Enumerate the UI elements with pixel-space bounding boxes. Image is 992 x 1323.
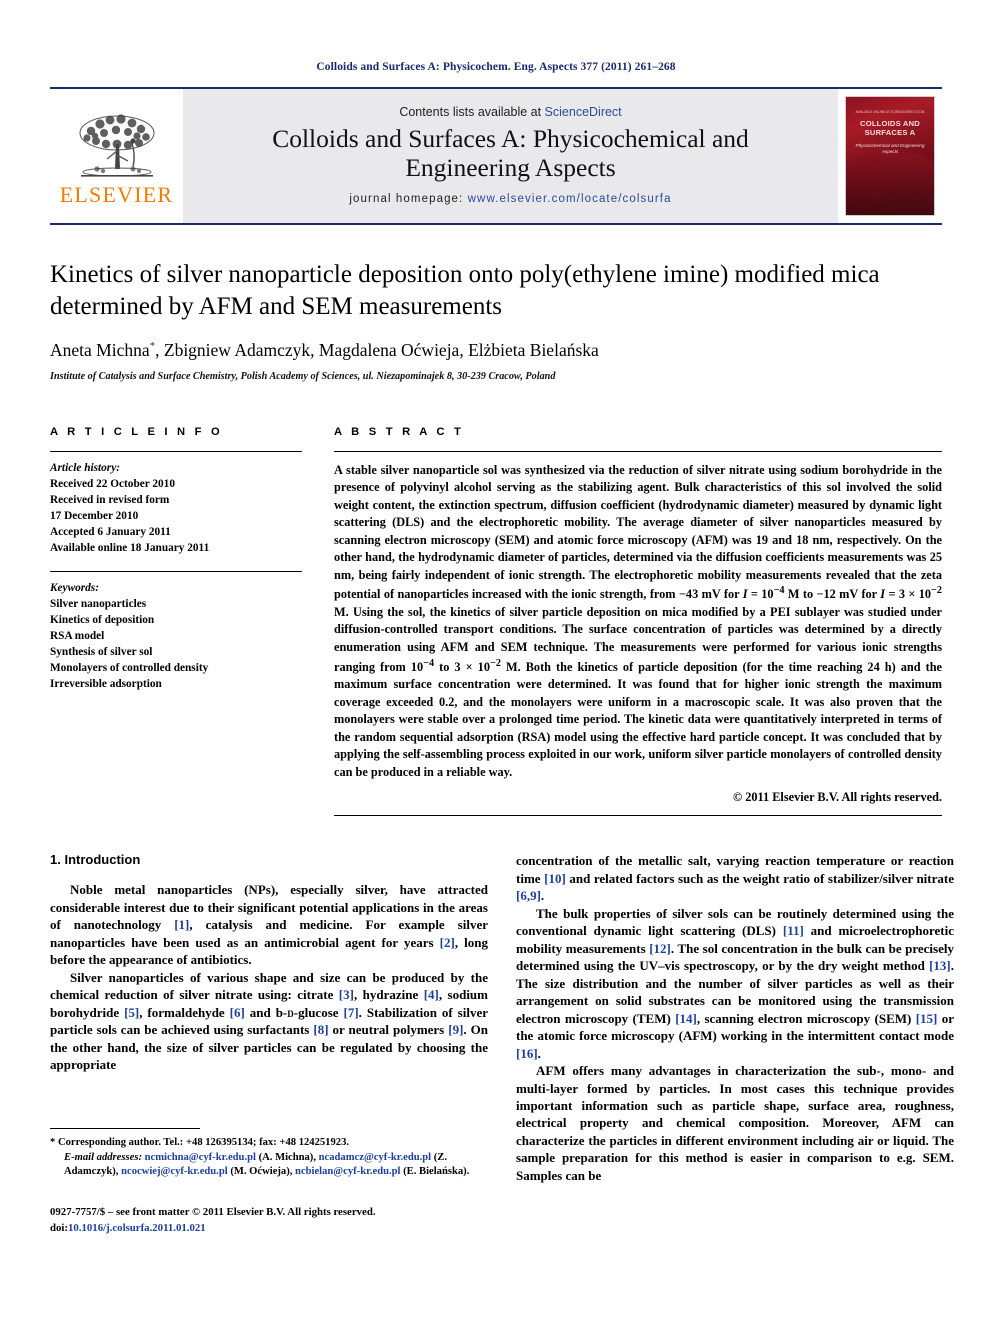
email-owner: (M. Oćwieja),	[230, 1166, 293, 1178]
footer-issn-block: 0927-7757/$ – see front matter © 2011 El…	[50, 1205, 520, 1236]
keywords-block: Keywords: Silver nanoparticles Kinetics …	[50, 572, 302, 692]
citation-link[interactable]: [13]	[929, 958, 951, 973]
article-title: Kinetics of silver nanoparticle depositi…	[50, 261, 880, 320]
homepage-label: journal homepage:	[349, 193, 464, 206]
article-history-block: Article history: Received 22 October 201…	[50, 452, 302, 556]
citation-link[interactable]: [11]	[783, 923, 804, 938]
email-link[interactable]: ncmichna@cyf-kr.edu.pl	[145, 1152, 256, 1163]
running-head: Colloids and Surfaces A: Physicochem. En…	[316, 61, 676, 73]
abstract-heading: A B S T R A C T	[334, 425, 465, 438]
elsevier-wordmark: ELSEVIER	[59, 181, 174, 207]
history-item: Received in revised form	[50, 493, 170, 506]
abstract-column: A B S T R A C T A stable silver nanopart…	[334, 425, 943, 817]
citation-link[interactable]: [2]	[440, 935, 455, 950]
keyword-item: RSA model	[50, 630, 105, 643]
affiliation: Institute of Catalysis and Surface Chemi…	[50, 370, 556, 382]
footnote-block: * Corresponding author. Tel.: +48 126395…	[50, 1128, 488, 1180]
email-link[interactable]: ncadamcz@cyf-kr.edu.pl	[319, 1152, 431, 1163]
journal-masthead: ELSEVIER Contents lists available at Sci…	[50, 87, 942, 225]
citation-link[interactable]: [6]	[230, 1005, 245, 1020]
body-right-column: concentration of the metallic salt, vary…	[516, 852, 954, 1184]
article-history-label: Article history:	[50, 461, 120, 474]
journal-title: Colloids and Surfaces A: Physicochemical…	[272, 123, 749, 182]
keywords-label: Keywords:	[50, 581, 99, 594]
keyword-item: Silver nanoparticles	[50, 597, 147, 610]
history-item: Received 22 October 2010	[50, 477, 175, 490]
keyword-item: Synthesis of silver sol	[50, 646, 153, 659]
doi-link[interactable]: 10.1016/j.colsurfa.2011.01.021	[68, 1222, 206, 1234]
elsevier-logo: ELSEVIER	[50, 89, 183, 223]
paragraph: The bulk properties of silver sols can b…	[516, 905, 955, 1061]
abstract-text: A stable silver nanoparticle sol was syn…	[334, 462, 943, 779]
citation-link[interactable]: [7]	[344, 1005, 359, 1020]
section-heading-introduction: 1. Introduction	[50, 852, 141, 868]
paragraph: Noble metal nanoparticles (NPs), especia…	[50, 882, 489, 968]
doi-label: doi:	[50, 1221, 68, 1234]
citation-link[interactable]: [12]	[649, 941, 671, 956]
corresponding-author-line: * Corresponding author. Tel.: +48 126395…	[50, 1137, 350, 1148]
journal-cover-image: AVAILABLE ONLINE AT SCIENCEDIRECT.COM CO…	[845, 96, 935, 216]
keyword-item: Irreversible adsorption	[50, 678, 162, 691]
citation-link[interactable]: [4]	[424, 987, 439, 1002]
homepage-url-link[interactable]: www.elsevier.com/locate/colsurfa	[468, 193, 672, 205]
citation-link[interactable]: [10]	[544, 871, 566, 886]
footnote-divider	[50, 1128, 200, 1129]
history-item: 17 December 2010	[50, 509, 139, 522]
cover-title: COLLOIDS AND SURFACES A	[860, 119, 920, 138]
citation-link[interactable]: [15]	[916, 1011, 938, 1026]
citation-link[interactable]: [16]	[516, 1046, 538, 1061]
email-link[interactable]: ncocwiej@cyf-kr.edu.pl	[121, 1166, 228, 1177]
email-owner: (E. Bielańska).	[403, 1166, 470, 1178]
citation-link[interactable]: [8]	[313, 1022, 328, 1037]
citation-link[interactable]: [9]	[448, 1022, 463, 1037]
email-addresses-line: E-mail addresses: ncmichna@cyf-kr.edu.pl…	[50, 1151, 488, 1180]
email-link[interactable]: ncbielan@cyf-kr.edu.pl	[295, 1166, 400, 1177]
title-block: Kinetics of silver nanoparticle depositi…	[50, 259, 942, 382]
history-item: Available online 18 January 2011	[50, 541, 210, 554]
article-page: Colloids and Surfaces A: Physicochem. En…	[0, 0, 992, 1323]
citation-link[interactable]: [3]	[339, 987, 354, 1002]
paragraph: AFM offers many advantages in characteri…	[516, 1063, 954, 1183]
cover-top-line: AVAILABLE ONLINE AT SCIENCEDIRECT.COM	[855, 110, 925, 114]
keyword-item: Kinetics of deposition	[50, 614, 155, 626]
journal-cover-wrap: AVAILABLE ONLINE AT SCIENCEDIRECT.COM CO…	[838, 89, 942, 223]
abstract-bottom-rule	[334, 815, 942, 817]
article-info-column: A R T I C L E I N F O Article history: R…	[50, 426, 302, 816]
author-list: Aneta Michna*, Zbigniew Adamczyk, Magdal…	[50, 339, 942, 362]
journal-homepage-line: journal homepage: www.elsevier.com/locat…	[349, 193, 671, 205]
citation-link[interactable]: [14]	[675, 1011, 697, 1026]
keyword-item: Monolayers of controlled density	[50, 662, 209, 675]
info-abstract-row: A R T I C L E I N F O Article history: R…	[50, 425, 943, 817]
issn-line: 0927-7757/$ – see front matter © 2011 El…	[50, 1206, 376, 1218]
contents-available-line: Contents lists available at ScienceDirec…	[399, 105, 621, 119]
citation-link[interactable]: [5]	[124, 1005, 139, 1020]
sciencedirect-link[interactable]: ScienceDirect	[545, 105, 622, 119]
history-item: Accepted 6 January 2011	[50, 525, 171, 538]
masthead-center: Contents lists available at ScienceDirec…	[183, 89, 838, 223]
authors-text: Aneta Michna*, Zbigniew Adamczyk, Magdal…	[50, 340, 599, 360]
email-addresses-label: E-mail addresses:	[64, 1151, 142, 1163]
paragraph: concentration of the metallic salt, vary…	[516, 853, 954, 904]
paragraph: Silver nanoparticles of various shape an…	[50, 969, 488, 1073]
cover-subtitle: Physicochemical and Engineering Aspects	[855, 142, 925, 154]
corresponding-author-marker: *	[149, 340, 156, 353]
corresponding-author-note: * Corresponding author. Tel.: +48 126395…	[50, 1136, 488, 1180]
elsevier-tree-icon	[79, 113, 154, 177]
article-info-heading: A R T I C L E I N F O	[50, 425, 223, 438]
abstract-copyright: © 2011 Elsevier B.V. All rights reserved…	[732, 790, 942, 805]
doi-line: doi:10.1016/j.colsurfa.2011.01.021	[50, 1221, 520, 1237]
contents-prefix: Contents lists available at	[399, 104, 545, 119]
citation-link[interactable]: [1]	[174, 917, 189, 932]
citation-link[interactable]: [6,9]	[516, 888, 541, 903]
email-owner: (A. Michna),	[258, 1151, 316, 1163]
